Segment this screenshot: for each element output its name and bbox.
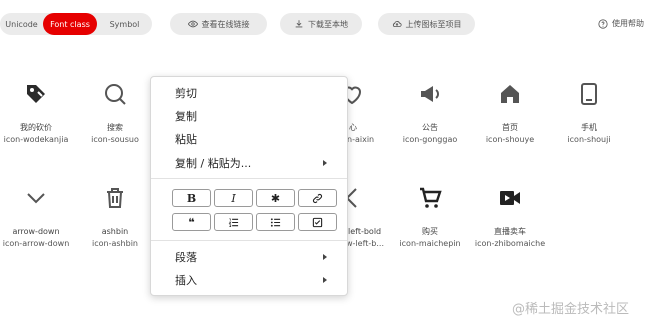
link-icon [312,193,323,203]
ordered-list-icon [228,218,239,227]
watermark: @稀土掘金技术社区 [512,298,629,317]
menu-item-paragraph[interactable]: 段落 [175,247,327,267]
ordered-list-button[interactable] [214,213,253,231]
phone-icon [581,83,597,105]
chevron-down-icon [27,193,45,204]
icon-name: 我的砍价 [20,123,52,132]
checkbox-button[interactable] [298,213,337,231]
tab-font-class[interactable]: Font class [43,13,97,35]
menu-divider [151,240,347,241]
menu-item-insert[interactable]: 插入 [175,270,327,290]
checkbox-icon [312,217,323,227]
tab-unicode[interactable]: Unicode [0,13,43,35]
home-icon [501,85,519,103]
download-label: 下载至本地 [308,19,348,29]
icon-card[interactable]: 手机 icon-shouji [549,80,629,146]
bullet-list-icon [270,217,281,227]
video-icon [500,191,520,205]
megaphone-icon [421,86,439,102]
menu-item-cut[interactable]: 剪切 [175,83,327,103]
bullet-list-button[interactable] [256,213,295,231]
icon-name: 公告 [422,123,438,132]
link-button[interactable] [298,189,337,207]
view-online-label: 查看在线链接 [201,19,250,29]
icon-card[interactable]: arrow-down icon-arrow-down [0,184,76,250]
icon-name: 首页 [502,123,518,132]
upload-button[interactable]: 上传图标至项目 [378,13,475,35]
icon-class: icon-ashbin [92,239,138,248]
menu-item-label: 段落 [175,251,197,264]
icon-card[interactable]: 直播卖车 icon-zhibomaiche [470,184,550,250]
icon-card[interactable]: 首页 icon-shouye [470,80,550,146]
submenu-arrow-icon [323,254,327,260]
menu-item-copy-paste-as[interactable]: 复制 / 粘贴为... [175,153,327,173]
view-online-button[interactable]: 查看在线链接 [170,13,267,35]
icon-card[interactable]: 我的砍价 icon-wodekanjia [0,80,76,146]
submenu-arrow-icon [323,160,327,166]
eye-icon [187,20,198,28]
icon-name: arrow-down [12,227,60,236]
icon-card[interactable]: 公告 icon-gonggao [390,80,470,146]
icon-name: 手机 [581,123,597,132]
download-button[interactable]: 下载至本地 [280,13,362,35]
cart-icon [420,187,442,208]
icon-class: icon-shouye [485,135,535,144]
quote-icon: ❝ [188,215,195,229]
icon-card[interactable]: ashbin icon-ashbin [75,184,155,250]
menu-item-label: 复制 / 粘贴为... [175,157,252,170]
menu-item-label: 粘贴 [175,133,197,146]
trash-icon [107,188,123,208]
bold-icon: B [186,191,197,205]
download-icon [295,20,303,28]
asterisk-button[interactable]: ✱ [256,189,295,207]
tag-icon [27,85,45,103]
watermark-text: @稀土掘金技术社区 [512,302,630,317]
icon-class: icon-maichepin [399,239,461,248]
icon-class: icon-arrow-down [2,239,70,248]
upload-label: 上传图标至项目 [405,19,462,29]
help-label: 使用帮助 [612,19,644,28]
help-icon [598,18,608,29]
type-segmented-control: Unicode Font class Symbol [0,13,152,35]
italic-button[interactable]: I [214,189,253,207]
menu-item-label: 复制 [175,110,197,123]
menu-item-label: 剪切 [175,87,197,100]
quote-button[interactable]: ❝ [172,213,211,231]
icon-class: icon-shouji [567,135,611,144]
italic-icon: I [231,191,236,205]
icon-name: 购买 [422,227,438,236]
icon-class: icon-wodekanjia [3,135,69,144]
menu-item-paste[interactable]: 粘贴 [175,129,327,149]
icon-card[interactable]: 购买 icon-maichepin [390,184,470,250]
icon-class: icon-sousuo [91,135,139,144]
cloud-upload-icon [392,21,402,27]
help-link[interactable]: 使用帮助 [598,18,644,29]
search-icon [105,84,126,105]
icon-card[interactable]: 搜索 icon-sousuo [75,80,155,146]
tab-symbol[interactable]: Symbol [97,13,152,35]
context-menu: 剪切 复制 粘贴 复制 / 粘贴为... B I ✱ ❝ 段落 插入 [150,76,348,296]
menu-item-label: 插入 [175,274,197,287]
bold-button[interactable]: B [172,189,211,207]
submenu-arrow-icon [323,277,327,283]
icon-name: ashbin [101,227,129,236]
asterisk-icon: ✱ [270,191,281,205]
menu-item-copy[interactable]: 复制 [175,106,327,126]
icon-name: 搜索 [107,123,123,132]
menu-divider [151,178,347,179]
icon-name: 直播卖车 [494,227,526,236]
icon-class: icon-zhibomaiche [474,239,546,248]
icon-class: icon-gonggao [402,135,458,144]
